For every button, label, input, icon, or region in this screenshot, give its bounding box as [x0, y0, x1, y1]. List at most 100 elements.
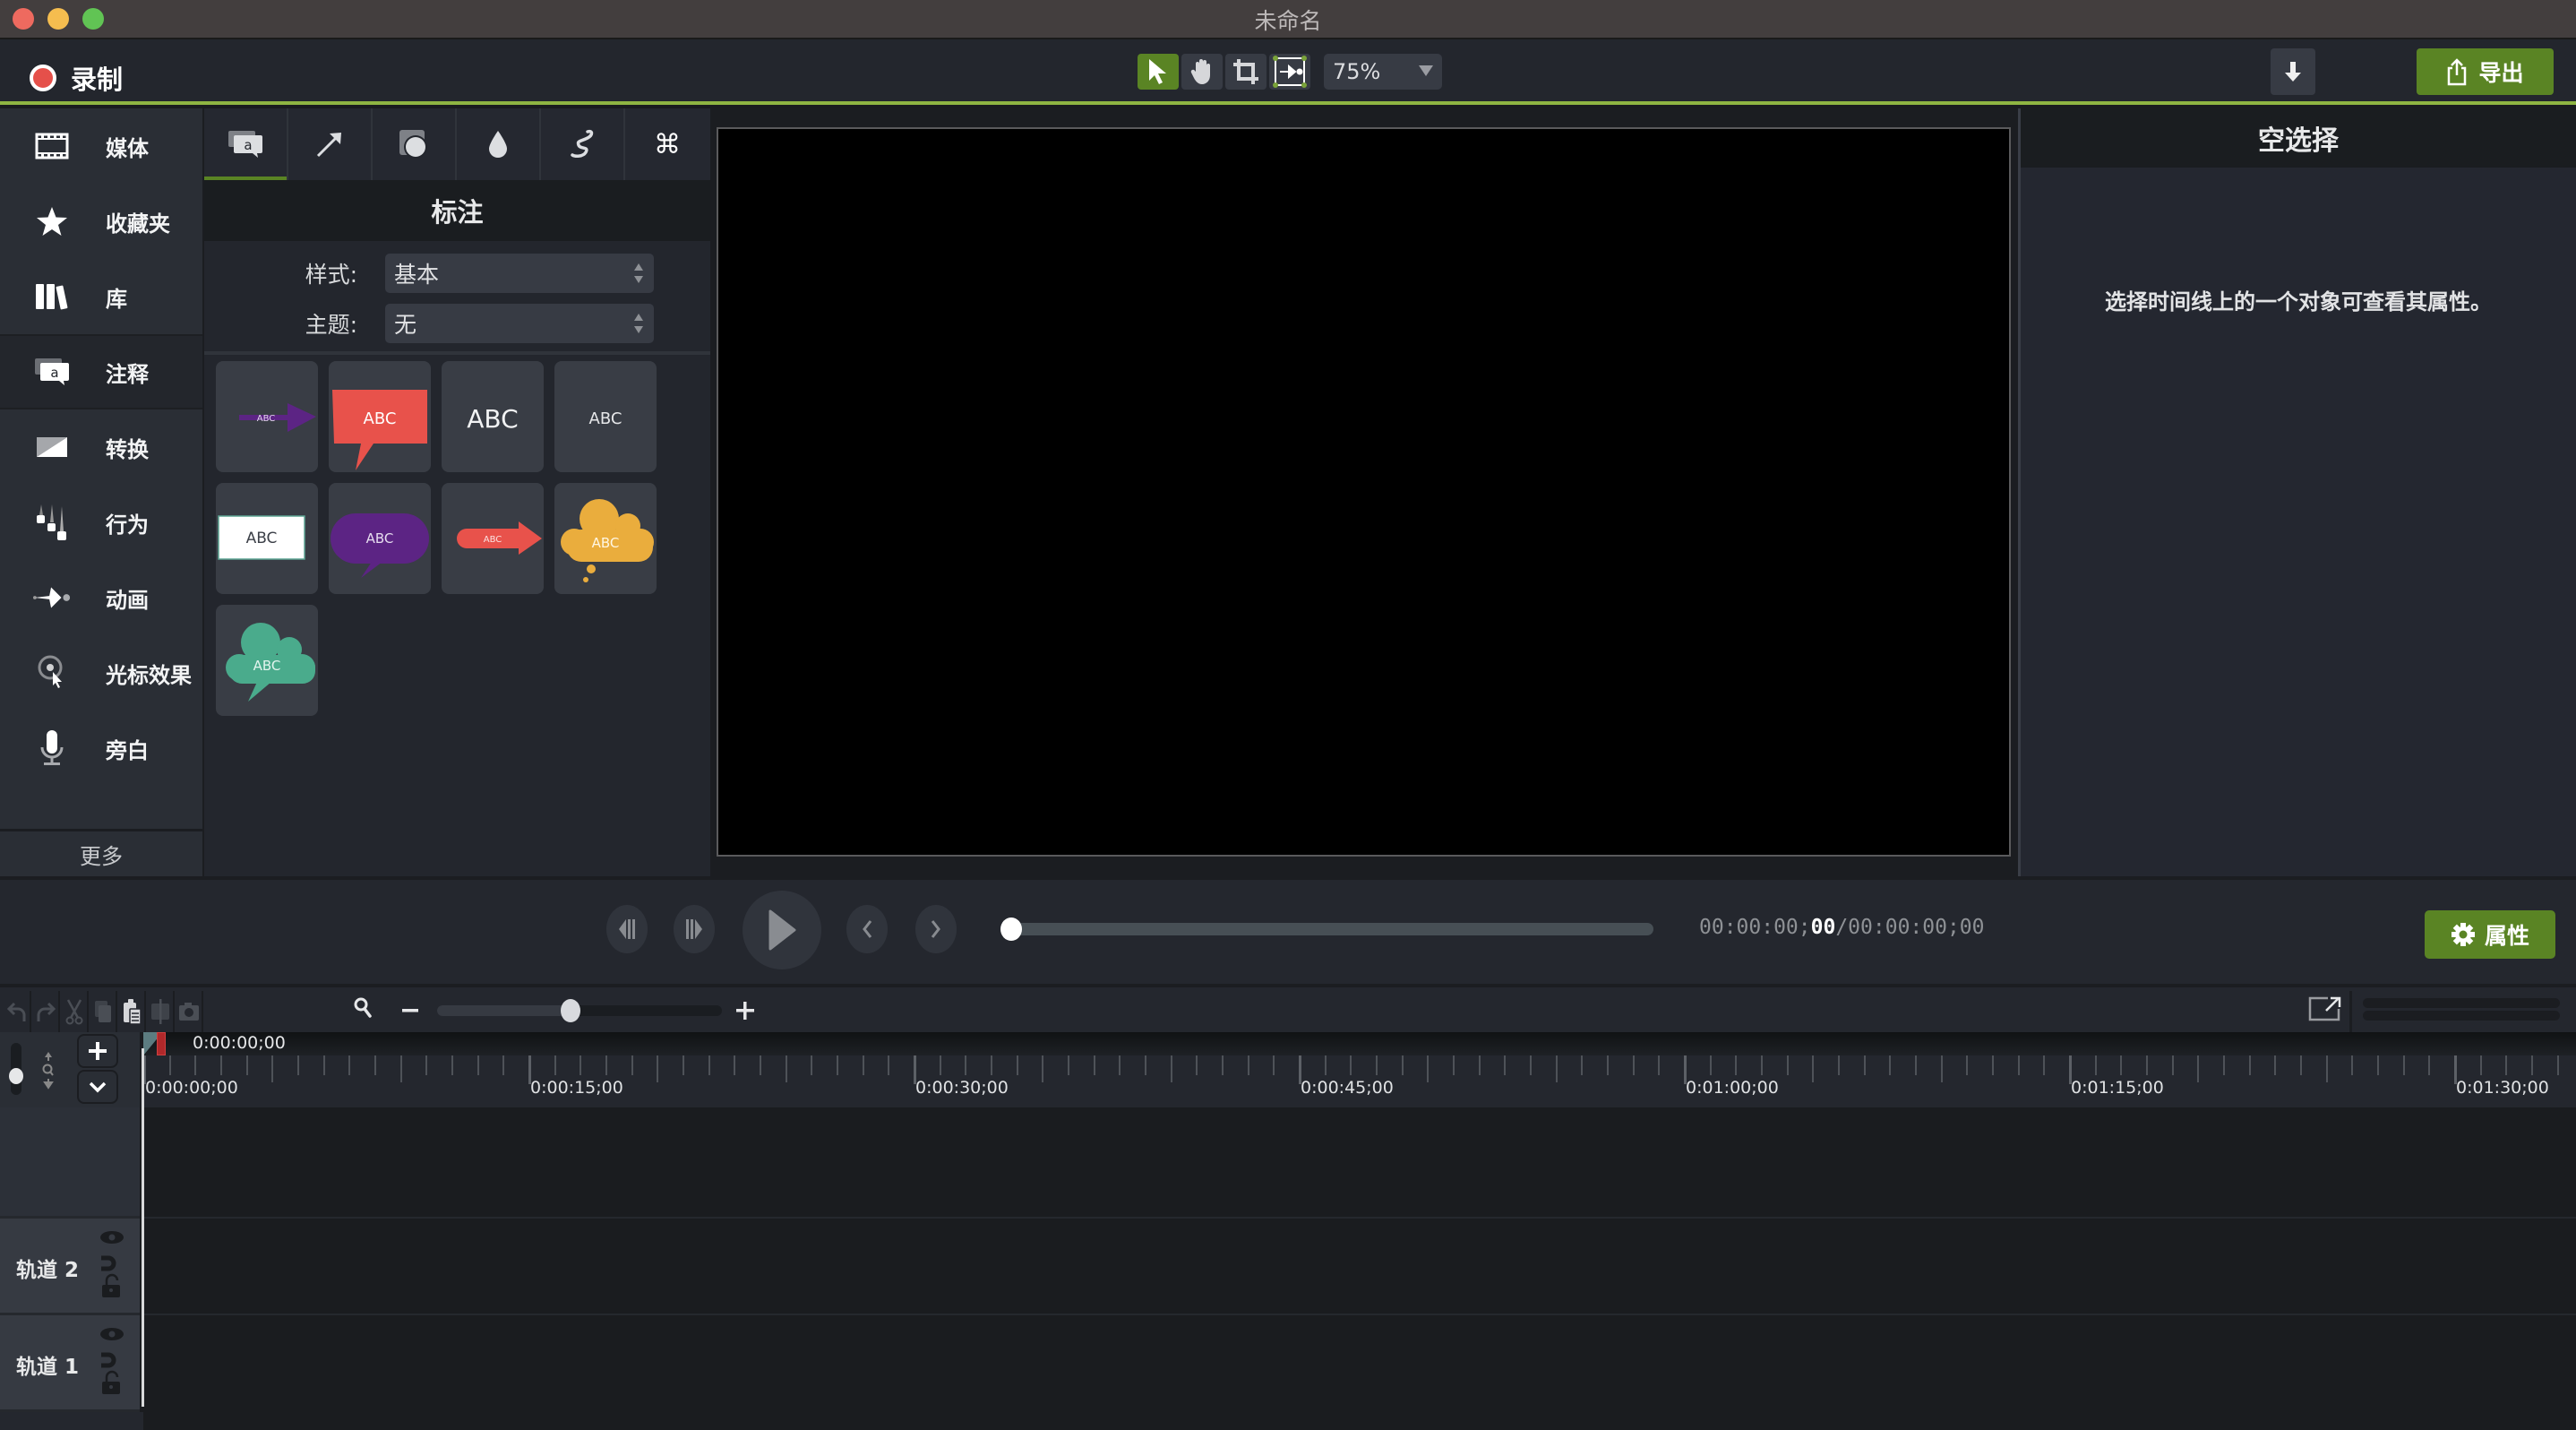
zoom-in-button[interactable] — [734, 1000, 756, 1021]
record-label: 录制 — [71, 65, 124, 95]
playhead-out-handle[interactable] — [157, 1032, 166, 1055]
zoom-level-dropdown[interactable]: 75% — [1324, 54, 1442, 90]
tab-blur-highlight[interactable] — [457, 108, 541, 180]
step-forward-icon — [686, 919, 702, 939]
tab-shapes[interactable] — [373, 108, 457, 180]
redo-button[interactable] — [32, 991, 60, 1032]
sidebar-item-annotations[interactable]: a 注释 — [0, 334, 202, 409]
ruler-tick — [2197, 1055, 2200, 1082]
snapshot-button[interactable] — [176, 991, 203, 1032]
theme-select[interactable]: 无 — [385, 304, 654, 343]
paste-button[interactable] — [118, 991, 146, 1032]
hand-icon — [1190, 59, 1210, 84]
track-options-button[interactable] — [77, 1070, 118, 1104]
track-row[interactable] — [143, 1219, 2576, 1315]
select-tool-button[interactable] — [1138, 54, 1179, 90]
track-header[interactable]: 轨道 1 — [0, 1315, 140, 1412]
callout-tile-speech-purple[interactable]: ABC — [329, 483, 431, 594]
ruler-tick — [2300, 1055, 2302, 1075]
zoom-out-button[interactable] — [400, 1001, 420, 1021]
ruler-header — [143, 1032, 2576, 1055]
ruler-tick — [1401, 1055, 1404, 1075]
playhead-line[interactable] — [142, 1048, 144, 1407]
pan-tool-button[interactable] — [1181, 54, 1223, 90]
sidebar-item-label: 媒体 — [106, 135, 149, 161]
undo-button[interactable] — [4, 991, 31, 1032]
download-button[interactable] — [2271, 48, 2315, 95]
vertical-zoom-icon — [42, 1052, 54, 1090]
cut-button[interactable] — [61, 991, 89, 1032]
split-button[interactable] — [147, 991, 175, 1032]
copy-button[interactable] — [90, 991, 117, 1032]
sidebar-item-transitions[interactable]: 转换 — [0, 409, 202, 485]
more-button[interactable]: 更多 — [0, 829, 202, 876]
ruler-tick — [1761, 1055, 1763, 1075]
export-button[interactable]: 导出 — [2417, 48, 2554, 95]
ruler-tick — [1427, 1055, 1430, 1082]
blur-drop-icon — [489, 131, 507, 158]
callout-tile-thought-yellow[interactable]: ABC — [554, 483, 657, 594]
callout-tile-text-small[interactable]: ABC — [554, 361, 657, 472]
track-name: 轨道 1 — [16, 1356, 80, 1379]
track-header[interactable]: 轨道 2 — [0, 1219, 140, 1315]
timeline-tracks: 轨道 2 轨道 1 — [0, 1107, 2576, 1430]
magnet-icon — [101, 1255, 116, 1271]
record-button[interactable]: 录制 — [30, 59, 123, 97]
timeline-ruler[interactable]: 0:00:00;00 0:00:00;00 0:00:15;00 0:00:30;0… — [143, 1032, 2576, 1107]
next-marker-button[interactable] — [915, 905, 957, 953]
properties-button[interactable]: 属性 — [2425, 910, 2555, 959]
sidebar-item-behaviors[interactable]: 行为 — [0, 485, 202, 560]
callout-tile-cloud-green[interactable]: ABC — [216, 605, 318, 716]
next-frame-button[interactable] — [674, 905, 715, 953]
sidebar-item-media[interactable]: 媒体 — [0, 108, 202, 184]
callout-tile-text-large[interactable]: ABC — [442, 361, 544, 472]
sidebar-item-cursor-effects[interactable]: 光标效果 — [0, 635, 202, 711]
crop-tool-button[interactable] — [1225, 54, 1267, 90]
sidebar-item-voice-narration[interactable]: 旁白 — [0, 711, 202, 786]
timeline-zoom-handle[interactable] — [561, 999, 581, 1022]
ruler-tick — [2325, 1055, 2328, 1082]
ruler-tick — [1863, 1055, 1866, 1075]
callout-tile-box-white[interactable]: ABC — [216, 483, 318, 594]
playback-scrubber[interactable] — [1012, 923, 1653, 935]
tab-callouts[interactable]: a — [204, 108, 288, 180]
ruler-tick — [399, 1055, 402, 1082]
tile-text: ABC — [592, 535, 620, 551]
ruler-tick — [1376, 1055, 1378, 1075]
ruler-tick — [322, 1055, 325, 1075]
callout-tile-speech-red[interactable]: ABC — [329, 361, 431, 472]
track-row-empty[interactable] — [143, 1107, 2576, 1219]
callout-tile-arrow-purple[interactable]: ABC — [216, 361, 318, 472]
ruler-tick — [2120, 1055, 2123, 1075]
sidebar-item-favorites[interactable]: 收藏夹 — [0, 184, 202, 259]
preview-canvas[interactable] — [717, 127, 2011, 857]
ruler-tick — [502, 1055, 505, 1075]
track-height-handle[interactable] — [9, 1068, 23, 1084]
previous-frame-button[interactable] — [606, 905, 648, 953]
sidebar-item-animations[interactable]: 动画 — [0, 560, 202, 635]
sidebar-item-library[interactable]: 库 — [0, 259, 202, 334]
tab-sketch-motion[interactable] — [541, 108, 625, 180]
ruler-tick — [1607, 1055, 1609, 1075]
ruler-tick — [2171, 1055, 2174, 1075]
ruler-label: 0:00:45;00 — [1301, 1078, 1394, 1098]
zoom-level-value: 75% — [1333, 59, 1381, 84]
ruler-tick — [348, 1055, 351, 1075]
callout-tile-arrow-red[interactable]: ABC — [442, 483, 544, 594]
slider-fill — [437, 1005, 571, 1016]
ruler-tick — [374, 1055, 376, 1075]
style-select[interactable]: 基本 — [385, 254, 654, 293]
scrubber-handle[interactable] — [1000, 917, 1022, 941]
detach-timeline-button[interactable] — [2308, 995, 2342, 1022]
previous-marker-button[interactable] — [846, 905, 888, 953]
ruler-tick — [1838, 1055, 1840, 1075]
play-button[interactable] — [743, 891, 821, 969]
tab-arrows-lines[interactable] — [288, 108, 373, 180]
fit-tool-button[interactable] — [1269, 54, 1310, 90]
ruler-tick — [2146, 1055, 2148, 1075]
timeline-ruler-area: 0:00:00;00 0:00:00;00 0:00:15;00 0:00:30;0… — [0, 1032, 2576, 1107]
track-row[interactable] — [143, 1315, 2576, 1412]
zoom-search-button[interactable] — [353, 995, 374, 1021]
tab-keystrokes[interactable]: ⌘ — [625, 108, 709, 180]
add-track-button[interactable] — [77, 1034, 118, 1068]
